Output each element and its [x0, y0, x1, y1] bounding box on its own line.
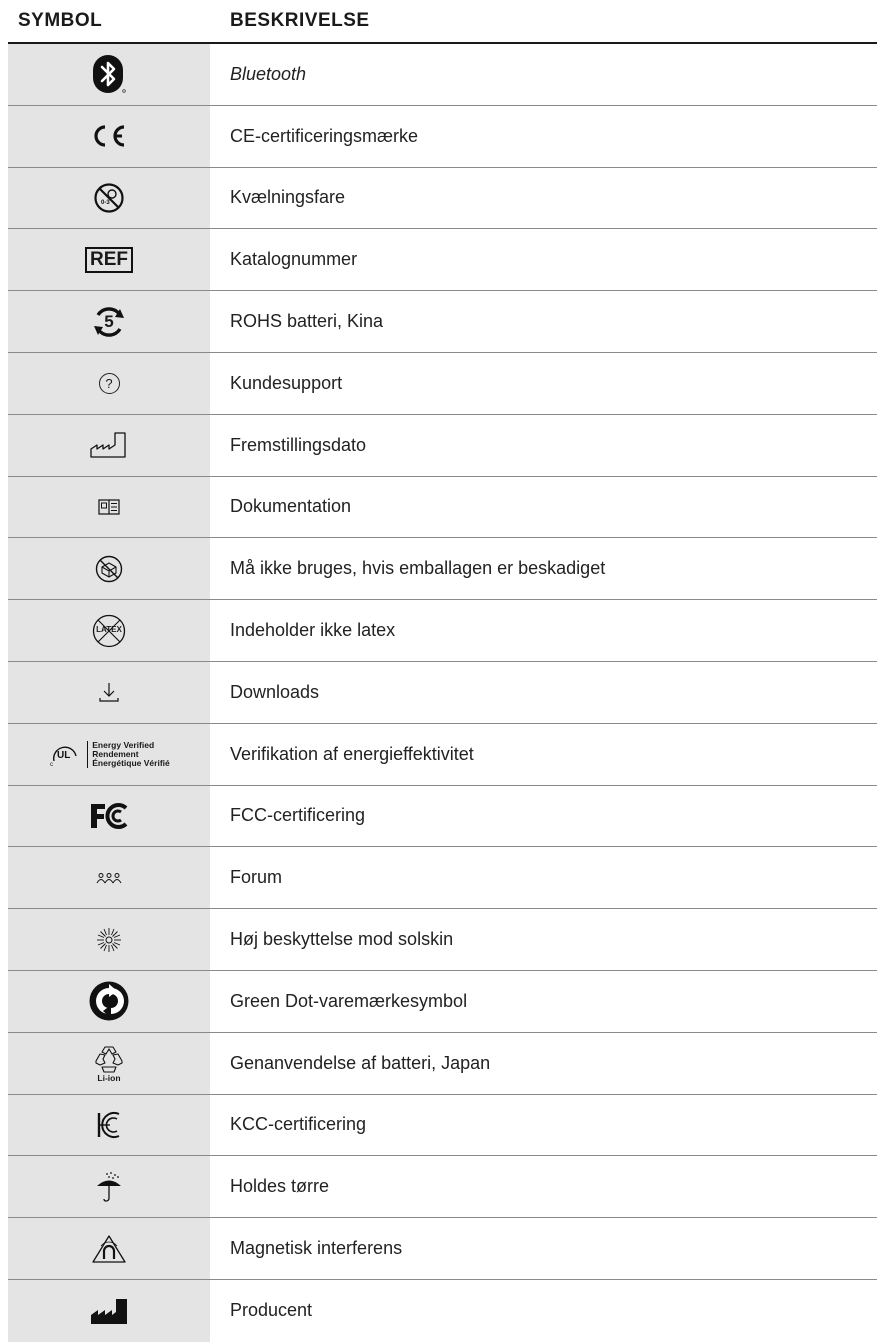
table-row: KCC-certificering: [8, 1094, 877, 1157]
symbol-cell: [8, 1156, 210, 1218]
table-row: Bluetooth: [8, 44, 877, 106]
magnetic-interference-icon: [91, 1234, 127, 1264]
symbol-table-body: Bluetooth CE-certificeringsmærke 0-3 Kvæ…: [8, 44, 877, 1342]
symbol-cell: [8, 476, 210, 538]
fcc-icon: [89, 802, 129, 830]
symbol-cell: [8, 909, 210, 970]
symbol-table-page: SYMBOL BESKRIVELSE Bluetooth CE-certific…: [0, 0, 885, 1342]
bluetooth-icon: [92, 54, 126, 94]
table-row: LATEX Indeholder ikke latex: [8, 600, 877, 662]
symbol-cell: [8, 538, 210, 600]
table-row: Magnetisk interferens: [8, 1218, 877, 1280]
description-cell: Magnetisk interferens: [230, 1238, 403, 1259]
table-row: Dokumentation: [8, 476, 877, 539]
symbol-cell: REF: [8, 229, 210, 291]
description-cell: Green Dot-varemærkesymbol: [230, 990, 468, 1011]
help-glyph: ?: [105, 375, 113, 391]
description-cell: Kundesupport: [230, 372, 343, 393]
description-cell: FCC-certificering: [230, 805, 366, 826]
table-row: Fremstillingsdato: [8, 414, 877, 477]
symbol-cell: LATEX: [8, 600, 210, 661]
table-row: Green Dot-varemærkesymbol: [8, 970, 877, 1033]
table-row: Li-ion Genanvendelse af batteri, Japan: [8, 1032, 877, 1095]
description-column-header: BESKRIVELSE: [230, 10, 370, 31]
description-cell: Må ikke bruges, hvis emballagen er beska…: [230, 558, 606, 579]
symbol-cell: [8, 44, 210, 105]
table-row: Downloads: [8, 661, 877, 724]
table-row: FCC-certificering: [8, 785, 877, 848]
help-circle-icon: ?: [98, 372, 120, 394]
ref-text: REF: [90, 248, 128, 270]
symbol-cell: [8, 105, 210, 167]
green-dot-icon: [88, 980, 130, 1022]
ul-energy-text: Energy Verified Rendement Énergétique Vé…: [87, 740, 170, 768]
choking-hazard-icon: 0-3: [93, 182, 125, 214]
symbol-cell: UL c Energy Verified Rendement Énergétiq…: [8, 723, 210, 785]
description-cell: Høj beskyttelse mod solskin: [230, 929, 454, 950]
no-latex-icon: LATEX: [91, 613, 127, 649]
svg-text:c: c: [50, 762, 53, 767]
symbol-cell: [8, 847, 210, 909]
symbol-cell: [8, 970, 210, 1032]
description-cell: Downloads: [230, 681, 320, 702]
description-cell: Fremstillingsdato: [230, 434, 367, 455]
description-cell: Katalognummer: [230, 249, 358, 270]
symbol-column-header: SYMBOL: [18, 10, 103, 31]
ul-energy-verified-icon: UL c Energy Verified Rendement Énergétiq…: [48, 740, 170, 768]
table-row: REF Katalognummer: [8, 229, 877, 292]
table-row: CE-certificeringsmærke: [8, 105, 877, 168]
table-header: SYMBOL BESKRIVELSE: [0, 0, 885, 44]
table-row: 5 ROHS batteri, Kina: [8, 291, 877, 353]
symbol-cell: 5: [8, 291, 210, 352]
recycle-li-ion-icon: Li-ion: [92, 1044, 126, 1083]
description-cell: Indeholder ikke latex: [230, 620, 396, 641]
kcc-icon: [96, 1110, 122, 1140]
table-row: UL c Energy Verified Rendement Énergétiq…: [8, 723, 877, 786]
ce-mark-icon: [90, 124, 128, 148]
table-row: Holdes tørre: [8, 1156, 877, 1219]
table-row: 0-3 Kvælningsfare: [8, 167, 877, 230]
symbol-cell: [8, 661, 210, 723]
symbol-cell: Li-ion: [8, 1032, 210, 1094]
svg-text:0-3: 0-3: [101, 200, 110, 206]
description-cell: Genanvendelse af batteri, Japan: [230, 1052, 491, 1073]
keep-dry-umbrella-icon: [94, 1171, 124, 1203]
table-row: Høj beskyttelse mod solskin: [8, 909, 877, 971]
description-cell: Holdes tørre: [230, 1176, 330, 1197]
download-icon: [97, 680, 121, 704]
symbol-cell: [8, 785, 210, 847]
table-row: Forum: [8, 847, 877, 910]
description-cell: Verifikation af energieffektivitet: [230, 743, 474, 764]
symbol-cell: [8, 414, 210, 476]
description-cell: KCC-certificering: [230, 1114, 367, 1135]
description-cell: Forum: [230, 867, 283, 888]
forum-people-icon: [96, 872, 122, 884]
description-cell: ROHS batteri, Kina: [230, 311, 384, 332]
description-cell: CE-certificeringsmærke: [230, 125, 419, 146]
table-row: Må ikke bruges, hvis emballagen er beska…: [8, 538, 877, 601]
ul-energy-line: Énergétique Vérifié: [92, 757, 170, 768]
table-row: ? Kundesupport: [8, 352, 877, 415]
svg-text:UL: UL: [57, 750, 70, 761]
documentation-icon: [98, 499, 120, 515]
description-cell: Bluetooth: [230, 63, 307, 84]
symbol-cell: 0-3: [8, 167, 210, 229]
latex-text: LATEX: [96, 624, 122, 634]
ref-catalog-icon: REF: [85, 246, 133, 273]
li-ion-text: Li-ion: [97, 1072, 121, 1083]
symbol-cell: [8, 1279, 210, 1342]
symbol-cell: ?: [8, 352, 210, 414]
manufacturer-icon: [89, 1297, 129, 1325]
rohs-china-icon: 5: [92, 305, 126, 339]
rohs-number: 5: [104, 311, 114, 331]
symbol-cell: [8, 1094, 210, 1156]
description-cell: Dokumentation: [230, 496, 352, 517]
table-row: Producent: [8, 1279, 877, 1342]
sun-icon: [96, 927, 122, 953]
description-cell: Producent: [230, 1300, 313, 1321]
manufacture-date-icon: [89, 431, 129, 459]
symbol-cell: [8, 1218, 210, 1279]
damaged-package-icon: [94, 554, 124, 584]
description-cell: Kvælningsfare: [230, 187, 346, 208]
